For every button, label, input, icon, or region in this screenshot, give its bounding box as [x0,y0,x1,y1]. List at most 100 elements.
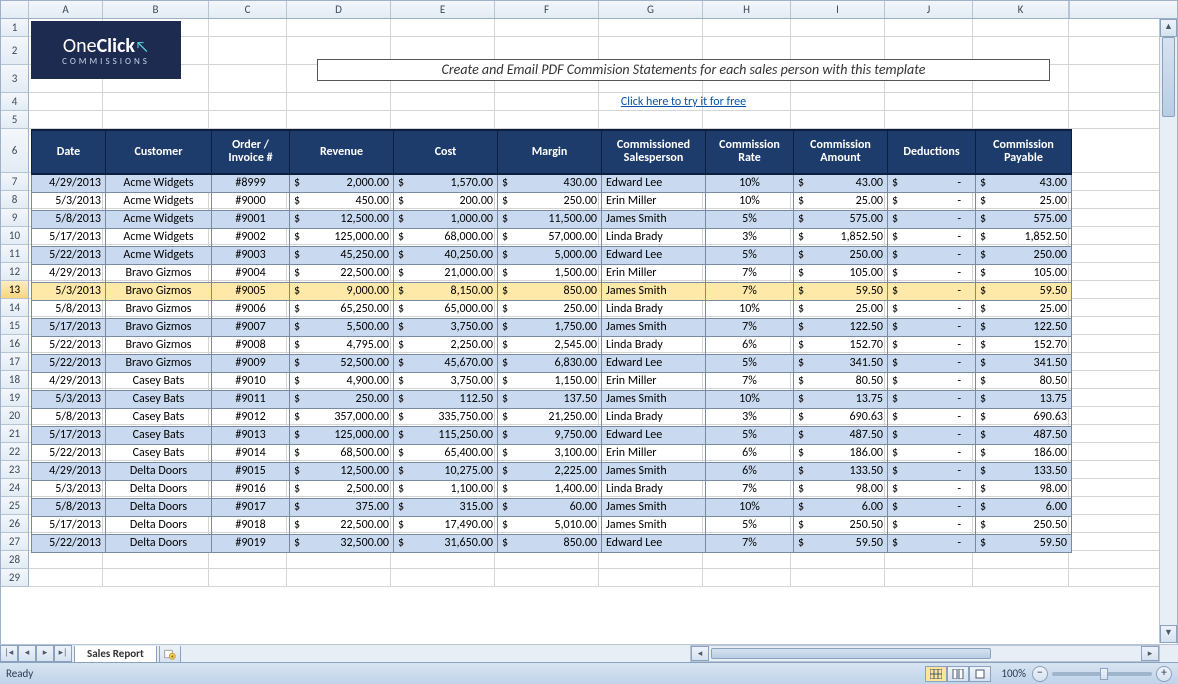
column-header-A[interactable]: A [29,1,103,18]
cell[interactable]: Delta Doors [106,498,212,516]
cell[interactable]: #9007 [212,318,290,336]
select-all-corner[interactable] [1,1,29,18]
cell[interactable]: #9012 [212,408,290,426]
cell[interactable]: $13.75 [794,390,888,408]
scroll-down-button[interactable]: ▼ [1160,625,1177,643]
cell[interactable]: $335,750.00 [394,408,498,426]
row-header-23[interactable]: 23 [1,461,29,479]
row-header-8[interactable]: 8 [1,191,29,209]
cell[interactable]: $450.00 [290,192,394,210]
row-header-19[interactable]: 19 [1,389,29,407]
row-header-25[interactable]: 25 [1,497,29,515]
cell[interactable]: $122.50 [794,318,888,336]
cell[interactable]: $8,150.00 [394,282,498,300]
cell[interactable]: Delta Doors [106,516,212,534]
cell[interactable]: #9016 [212,480,290,498]
cell[interactable]: James Smith [602,210,706,228]
cell[interactable]: 3% [706,228,794,246]
cell[interactable]: $68,000.00 [394,228,498,246]
cell[interactable]: 7% [706,264,794,282]
cell[interactable]: $6.00 [976,498,1072,516]
cell[interactable]: 5/17/2013 [32,228,106,246]
cell[interactable]: #9011 [212,390,290,408]
table-row[interactable]: 5/17/2013Acme Widgets#9002$125,000.00$68… [32,228,1072,246]
cell[interactable]: $575.00 [976,210,1072,228]
cell[interactable]: $- [888,174,976,192]
cell[interactable]: $- [888,516,976,534]
cell[interactable]: $31,650.00 [394,534,498,552]
cell[interactable]: #9009 [212,354,290,372]
cell[interactable]: 5% [706,246,794,264]
cell[interactable]: $125,000.00 [290,426,394,444]
cell[interactable]: $186.00 [794,444,888,462]
cell[interactable]: 4/29/2013 [32,174,106,192]
cell[interactable]: Edward Lee [602,534,706,552]
cell[interactable]: $2,000.00 [290,174,394,192]
cell[interactable]: #9005 [212,282,290,300]
row-header-26[interactable]: 26 [1,515,29,533]
cell[interactable]: $250.00 [498,192,602,210]
cell[interactable]: Linda Brady [602,336,706,354]
cell[interactable]: $5,500.00 [290,318,394,336]
cell[interactable]: Acme Widgets [106,210,212,228]
cell[interactable]: $25.00 [976,300,1072,318]
table-header[interactable]: Customer [106,130,212,174]
cell[interactable]: 6% [706,336,794,354]
cell[interactable]: $11,500.00 [498,210,602,228]
cell[interactable]: Acme Widgets [106,192,212,210]
cell[interactable]: 10% [706,192,794,210]
cell[interactable]: $250.00 [976,246,1072,264]
cell[interactable]: $43.00 [976,174,1072,192]
cell[interactable]: 4/29/2013 [32,462,106,480]
cell[interactable]: Bravo Gizmos [106,336,212,354]
cell[interactable]: #9003 [212,246,290,264]
cell[interactable]: 5/8/2013 [32,300,106,318]
cell[interactable]: Bravo Gizmos [106,300,212,318]
table-header[interactable]: Order / Invoice # [212,130,290,174]
column-header-J[interactable]: J [885,1,973,18]
cell[interactable]: 7% [706,480,794,498]
cell[interactable]: 5/8/2013 [32,408,106,426]
cell[interactable]: $- [888,336,976,354]
cell[interactable]: Delta Doors [106,480,212,498]
try-free-link[interactable]: Click here to try it for free [317,95,1050,109]
cell[interactable]: $- [888,282,976,300]
cell[interactable]: $850.00 [498,282,602,300]
cell[interactable]: $- [888,408,976,426]
tab-first-button[interactable]: |◂ [0,645,18,662]
cell[interactable]: 7% [706,318,794,336]
cell[interactable]: $- [888,372,976,390]
cell[interactable]: $22,500.00 [290,516,394,534]
view-page-layout-button[interactable] [947,666,969,682]
cell[interactable]: Linda Brady [602,408,706,426]
cell[interactable]: #9019 [212,534,290,552]
cell[interactable]: $133.50 [794,462,888,480]
row-header-24[interactable]: 24 [1,479,29,497]
row-header-5[interactable]: 5 [1,111,29,129]
cell[interactable]: $1,000.00 [394,210,498,228]
cell[interactable]: $250.00 [290,390,394,408]
cell[interactable]: $65,400.00 [394,444,498,462]
cell[interactable]: $- [888,300,976,318]
cell[interactable]: $6.00 [794,498,888,516]
cell[interactable]: $52,500.00 [290,354,394,372]
table-row[interactable]: 5/3/2013Delta Doors#9016$2,500.00$1,100.… [32,480,1072,498]
cell[interactable]: Casey Bats [106,372,212,390]
cell[interactable]: $25.00 [976,192,1072,210]
cell[interactable]: $32,500.00 [290,534,394,552]
cell[interactable]: Acme Widgets [106,228,212,246]
cell[interactable]: $- [888,498,976,516]
cell[interactable]: $- [888,480,976,498]
row-header-13[interactable]: 13 [1,281,29,299]
cell[interactable]: 5/17/2013 [32,426,106,444]
cell[interactable]: $9,000.00 [290,282,394,300]
table-row[interactable]: 4/29/2013Bravo Gizmos#9004$22,500.00$21,… [32,264,1072,282]
cell[interactable]: $- [888,264,976,282]
table-row[interactable]: 5/3/2013Casey Bats#9011$250.00$112.50$13… [32,390,1072,408]
cell[interactable]: #9001 [212,210,290,228]
cell[interactable]: Edward Lee [602,426,706,444]
row-header-15[interactable]: 15 [1,317,29,335]
cell[interactable]: $112.50 [394,390,498,408]
table-row[interactable]: 5/3/2013Acme Widgets#9000$450.00$200.00$… [32,192,1072,210]
cell[interactable]: $- [888,426,976,444]
